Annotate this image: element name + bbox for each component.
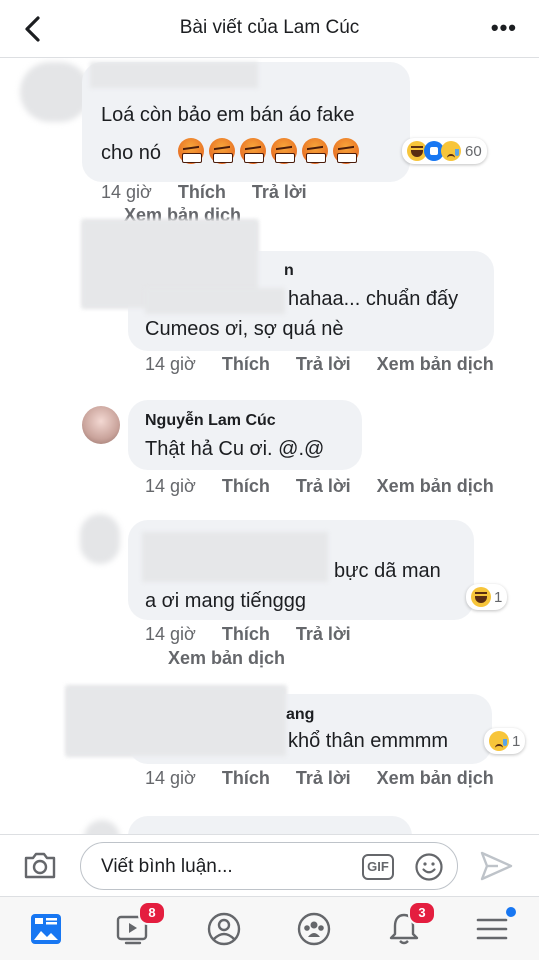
reaction-summary[interactable]: 60 — [402, 138, 487, 164]
comment-text: cho nó — [101, 142, 162, 164]
comment-text: Loá còn bảo em bán áo fake — [101, 104, 355, 126]
comment-actions-2: Xem bản dịch — [168, 648, 311, 669]
notifications-badge: 3 — [408, 901, 436, 925]
sad-reaction-icon — [489, 731, 509, 751]
comment-actions: 14 giờ Thích Trả lời Xem bản dịch — [145, 354, 520, 375]
comment-actions: 14 giờ Thích Trả lời — [101, 182, 333, 203]
reaction-count: 1 — [512, 732, 521, 750]
groups-icon[interactable] — [294, 909, 334, 949]
smiley-icon[interactable] — [414, 852, 444, 882]
comment-text: bực dã man — [334, 560, 441, 582]
angry-emoji-row — [178, 138, 359, 164]
reply-link[interactable]: Trả lời — [296, 354, 351, 374]
more-dots-icon[interactable]: ••• — [491, 17, 517, 39]
comment-text: Thật hả Cu ơi. @.@ — [145, 438, 325, 460]
reply-link[interactable]: Trả lời — [296, 476, 351, 496]
translate-link[interactable]: Xem bản dịch — [377, 768, 494, 788]
translate-link[interactable]: Xem bản dịch — [377, 476, 494, 496]
comment-time: 14 giờ — [145, 624, 196, 644]
reaction-count: 1 — [494, 588, 503, 606]
menu-indicator-dot — [506, 907, 516, 917]
comment-bubble — [128, 816, 412, 834]
avatar[interactable] — [84, 820, 120, 834]
camera-icon[interactable] — [22, 849, 58, 881]
author-name-redacted — [90, 62, 258, 88]
reaction-summary[interactable]: 1 — [484, 728, 526, 754]
comment-time: 14 giờ — [145, 768, 196, 788]
reaction-count: 60 — [465, 142, 482, 160]
comment-time: 14 giờ — [145, 354, 196, 374]
reply-link[interactable]: Trả lời — [296, 624, 351, 644]
send-icon[interactable] — [478, 849, 514, 883]
watch-badge: 8 — [138, 901, 166, 925]
comment-input[interactable]: Viết bình luận... GIF — [80, 842, 458, 890]
like-link[interactable]: Thích — [222, 624, 270, 644]
comment-text: khổ thân emmmm — [288, 730, 449, 752]
like-link[interactable]: Thích — [222, 354, 270, 374]
translate-link[interactable]: Xem bản dịch — [168, 648, 285, 668]
page-title: Bài viết của Lam Cúc — [179, 17, 360, 38]
profile-icon[interactable] — [204, 909, 244, 949]
sad-reaction-icon — [441, 141, 461, 161]
angry-emoji-icon — [209, 138, 235, 164]
angry-emoji-icon — [178, 138, 204, 164]
text-redacted — [145, 288, 285, 314]
top-bar: Bài viết của Lam Cúc ••• — [0, 0, 539, 58]
angry-emoji-icon — [302, 138, 328, 164]
comment-actions: 14 giờ Thích Trả lời Xem bản dịch — [145, 476, 520, 497]
bottom-tab-bar: 8 3 — [0, 896, 539, 960]
comment-text: hahaa... chuẩn đấy — [288, 288, 459, 310]
comment-time: 14 giờ — [101, 182, 152, 202]
news-feed-icon[interactable] — [26, 909, 66, 949]
comment-time: 14 giờ — [145, 476, 196, 496]
author-name-redacted — [66, 686, 286, 756]
comments-list: Loá còn bảo em bán áo fake cho nó 60 14 … — [0, 58, 539, 834]
avatar[interactable] — [82, 406, 120, 444]
avatar[interactable] — [20, 62, 90, 122]
comment-author[interactable]: n — [284, 262, 294, 280]
angry-emoji-icon — [240, 138, 266, 164]
angry-emoji-icon — [271, 138, 297, 164]
reply-link[interactable]: Trả lời — [296, 768, 351, 788]
gif-icon[interactable]: GIF — [362, 854, 394, 880]
angry-emoji-icon — [333, 138, 359, 164]
comment-actions: 14 giờ Thích Trả lời Xem bản dịch — [145, 768, 520, 789]
comment-text: a ơi mang tiếnggg — [145, 590, 306, 612]
avatar[interactable] — [80, 514, 120, 564]
like-link[interactable]: Thích — [222, 476, 270, 496]
reaction-summary[interactable]: 1 — [466, 584, 508, 610]
comment-actions: 14 giờ Thích Trả lời — [145, 624, 377, 645]
like-link[interactable]: Thích — [178, 182, 226, 202]
haha-reaction-icon — [471, 587, 491, 607]
comment-author[interactable]: ang — [286, 706, 314, 724]
reply-link[interactable]: Trả lời — [252, 182, 307, 202]
comment-composer: Viết bình luận... GIF — [0, 834, 539, 896]
author-name-redacted — [142, 532, 328, 582]
comment-text: Cumeos ơi, sợ quá nè — [145, 318, 344, 340]
comment-placeholder: Viết bình luận... — [101, 856, 233, 877]
comment-author[interactable]: Nguyễn Lam Cúc — [145, 412, 276, 430]
translate-link[interactable]: Xem bản dịch — [377, 354, 494, 374]
like-link[interactable]: Thích — [222, 768, 270, 788]
